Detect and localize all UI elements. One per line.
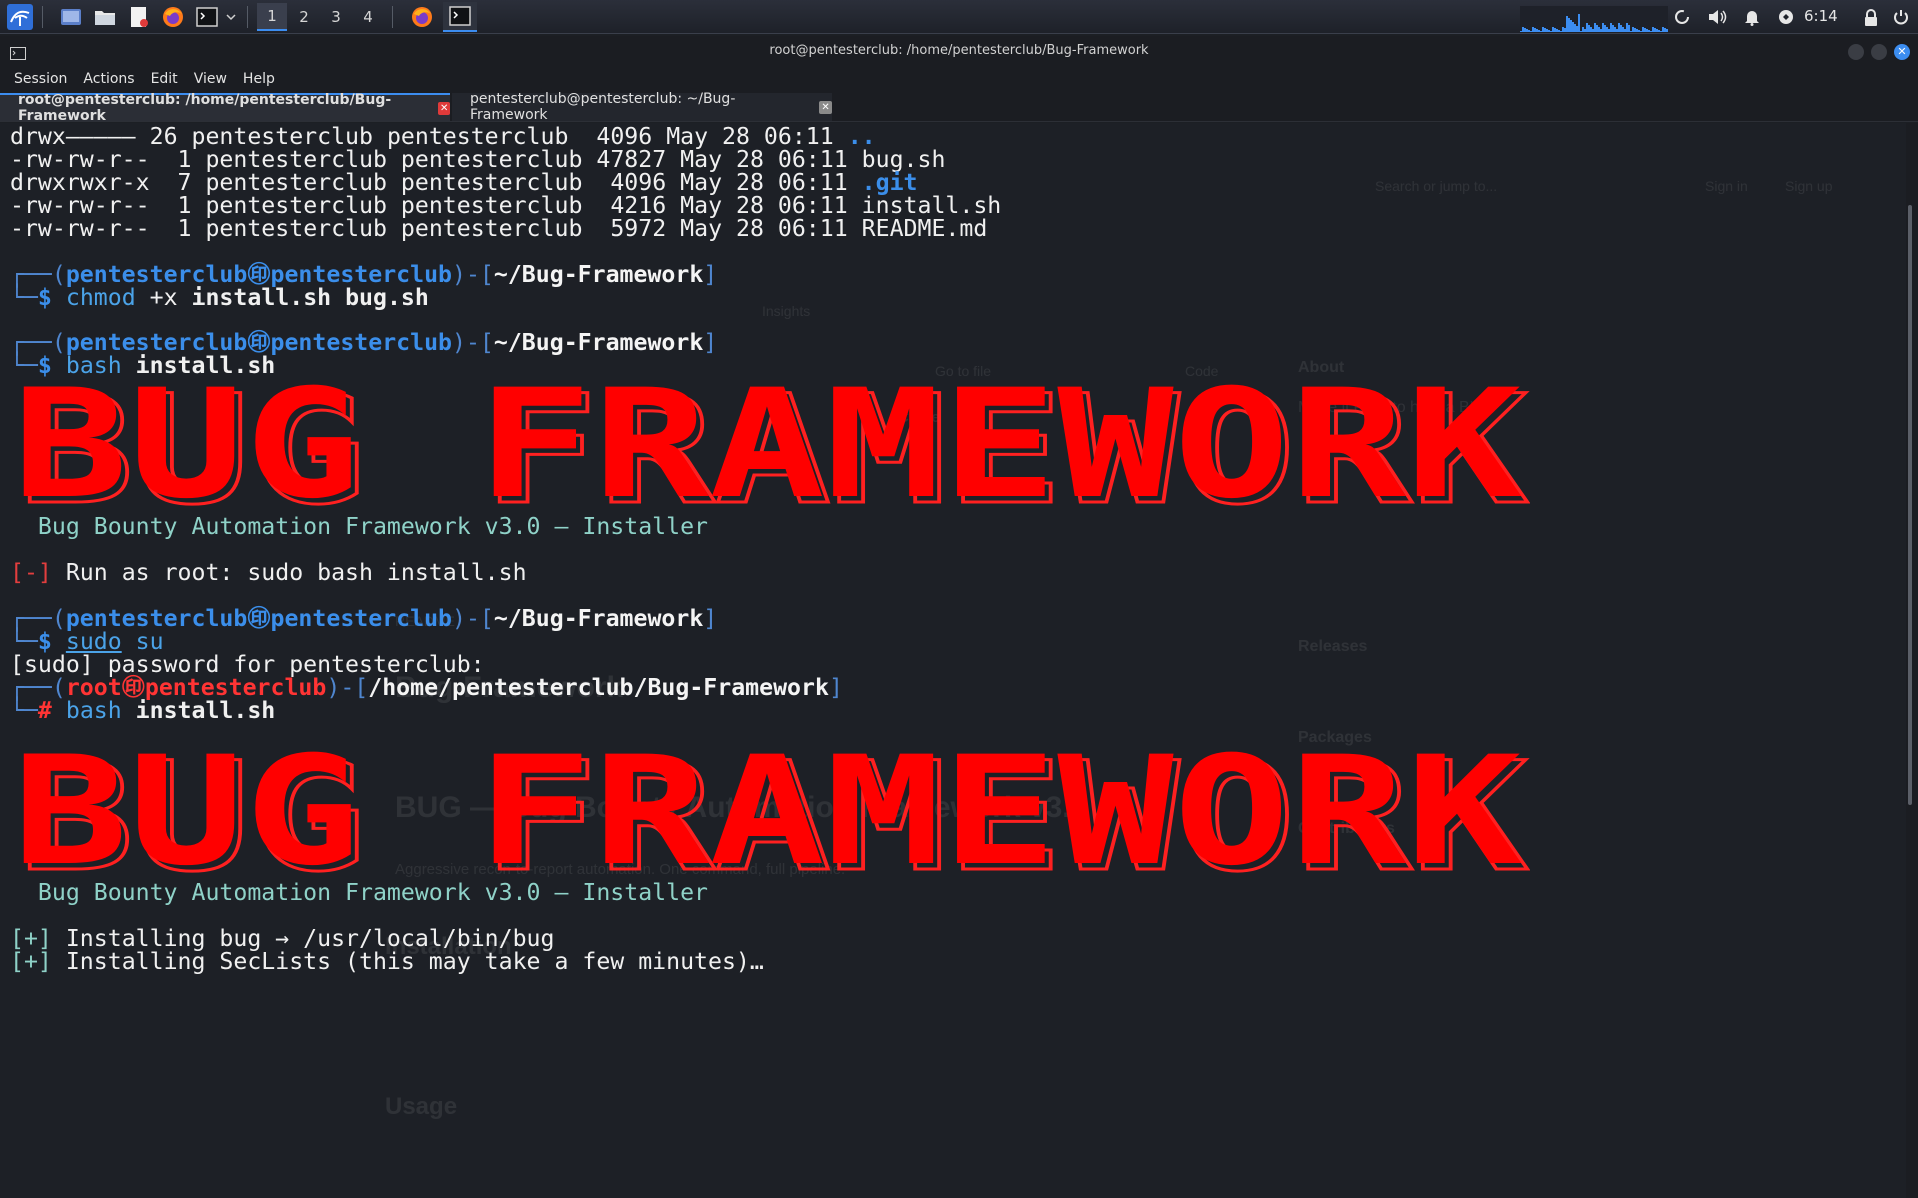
banner-text: BUG FRAMEWORK <box>12 735 1522 885</box>
terminal-view[interactable]: Search or jump to... Sign in Sign up Ins… <box>0 123 1906 1198</box>
install-line: [+] Installing SecLists (this may take a… <box>10 948 764 976</box>
close-icon[interactable]: ✕ <box>819 100 832 114</box>
panel-separator <box>392 5 393 28</box>
terminal-icon <box>449 5 471 26</box>
tab-label: pentesterclub@pentesterclub: ~/Bug-Frame… <box>470 91 736 123</box>
ghost-signup: Sign up <box>1785 178 1833 194</box>
network-monitor-graph <box>1520 6 1668 32</box>
menu-help[interactable]: Help <box>243 71 275 87</box>
command-line: └─$ chmod +x install.sh bug.sh <box>10 284 429 311</box>
files-icon[interactable] <box>91 3 119 31</box>
menu-view[interactable]: View <box>194 71 227 87</box>
top-panel: 1 2 3 4 6:14 <box>0 0 1918 34</box>
firefox-icon <box>412 6 432 27</box>
menu-actions[interactable]: Actions <box>83 71 134 87</box>
ascii-art-banner: BUG FRAMEWORK BUG FRAMEWORK <box>12 368 1530 518</box>
lock-icon[interactable] <box>1858 0 1884 34</box>
command-name: chmod <box>65 284 136 311</box>
ghost-insights: Insights <box>762 303 811 319</box>
prompt-cwd: /home/pentesterclub/Bug-Framework <box>368 674 829 701</box>
ls-date: May 28 06:11 <box>680 215 848 242</box>
banner-subtitle: Bug Bounty Automation Framework v3.0 — I… <box>10 879 709 906</box>
ghost-usage: Usage <box>385 1093 458 1120</box>
close-icon[interactable]: ✕ <box>438 101 450 115</box>
ghost-releases: Releases <box>1298 638 1368 655</box>
command-files: install.sh <box>135 697 276 724</box>
error-line: [-] Run as root: sudo bash install.sh <box>10 559 527 587</box>
menu-edit[interactable]: Edit <box>151 71 178 87</box>
window-titlebar[interactable]: root@pentesterclub: /home/pentesterclub/… <box>0 36 1918 66</box>
workspace-2[interactable]: 2 <box>289 3 319 31</box>
prompt-cwd: ~/Bug-Framework <box>493 605 704 632</box>
workspace-3[interactable]: 3 <box>321 3 351 31</box>
terminal-icon[interactable] <box>193 3 221 31</box>
ghost-search: Search or jump to... <box>1375 178 1498 194</box>
workspace-1[interactable]: 1 <box>257 2 287 31</box>
tab-user-terminal[interactable]: pentesterclub@pentesterclub: ~/Bug-Frame… <box>452 91 832 123</box>
prompt-at: ㊞ <box>247 605 271 632</box>
panel-separator <box>42 5 43 28</box>
ls-row: -rw-rw-r-- 1 pentesterclub pentesterclub… <box>10 215 987 243</box>
tab-root-terminal[interactable]: root@pentesterclub: /home/pentesterclub/… <box>0 92 450 124</box>
ls-size: 5972 <box>596 215 667 242</box>
command-args: +x <box>135 284 192 311</box>
prompt-symbol: $ <box>37 284 52 311</box>
panel-separator <box>247 5 248 28</box>
maximize-button[interactable] <box>1871 44 1887 60</box>
ls-user: pentesterclub <box>205 215 387 242</box>
kali-menu-icon[interactable] <box>6 3 34 31</box>
menubar: Session Actions Edit View Help <box>0 66 1918 91</box>
prompt-host: pentesterclub <box>270 329 452 356</box>
notifications-icon[interactable] <box>1738 0 1766 34</box>
close-button[interactable]: ✕ <box>1894 44 1910 60</box>
desktop-icon[interactable] <box>57 3 85 31</box>
text-editor-icon[interactable] <box>125 3 153 31</box>
command-files: install.sh bug.sh <box>191 284 429 311</box>
error-message: Run as root: sudo bash install.sh <box>51 559 527 586</box>
ls-perm: -rw-rw-r-- <box>10 215 150 242</box>
network-icon[interactable] <box>1772 0 1800 34</box>
ls-links: 1 <box>163 215 192 242</box>
prompt-cwd: ~/Bug-Framework <box>493 329 704 356</box>
install-message: Installing SecLists (this may take a few… <box>51 948 764 975</box>
tab-label: root@pentesterclub: /home/pentesterclub/… <box>18 92 392 124</box>
command-name: bash <box>65 697 122 724</box>
banner-subtitle: Bug Bounty Automation Framework v3.0 — I… <box>10 513 709 540</box>
ascii-art-banner: BUG FRAMEWORK BUG FRAMEWORK <box>12 735 1530 885</box>
ok-tag: [+] <box>10 948 52 975</box>
clock[interactable]: 6:14 <box>1804 7 1838 25</box>
taskbar-terminal[interactable] <box>443 1 477 32</box>
menu-session[interactable]: Session <box>14 71 67 87</box>
ls-name: README.md <box>861 215 988 242</box>
power-icon[interactable] <box>1888 0 1914 34</box>
minimize-button[interactable] <box>1848 44 1864 60</box>
prompt-cwd: ~/Bug-Framework <box>493 261 704 288</box>
prompt-host: pentesterclub <box>270 605 452 632</box>
tab-bar: root@pentesterclub: /home/pentesterclub/… <box>0 91 1918 124</box>
firefox-icon[interactable] <box>159 3 187 31</box>
error-tag: [-] <box>10 559 52 586</box>
banner-text: BUG FRAMEWORK <box>12 368 1522 518</box>
scrollbar-thumb[interactable] <box>1908 205 1912 805</box>
ghost-signin: Sign in <box>1705 178 1748 194</box>
volume-icon[interactable] <box>1702 0 1732 34</box>
update-icon[interactable] <box>1668 0 1696 34</box>
command-line: └─# bash install.sh <box>10 697 276 724</box>
ls-group: pentesterclub <box>400 215 583 242</box>
prompt-symbol: # <box>37 697 52 724</box>
window-title: root@pentesterclub: /home/pentesterclub/… <box>769 43 1149 58</box>
chevron-down-icon[interactable] <box>223 3 239 31</box>
taskbar-firefox[interactable] <box>405 2 439 32</box>
workspace-4[interactable]: 4 <box>353 3 383 31</box>
